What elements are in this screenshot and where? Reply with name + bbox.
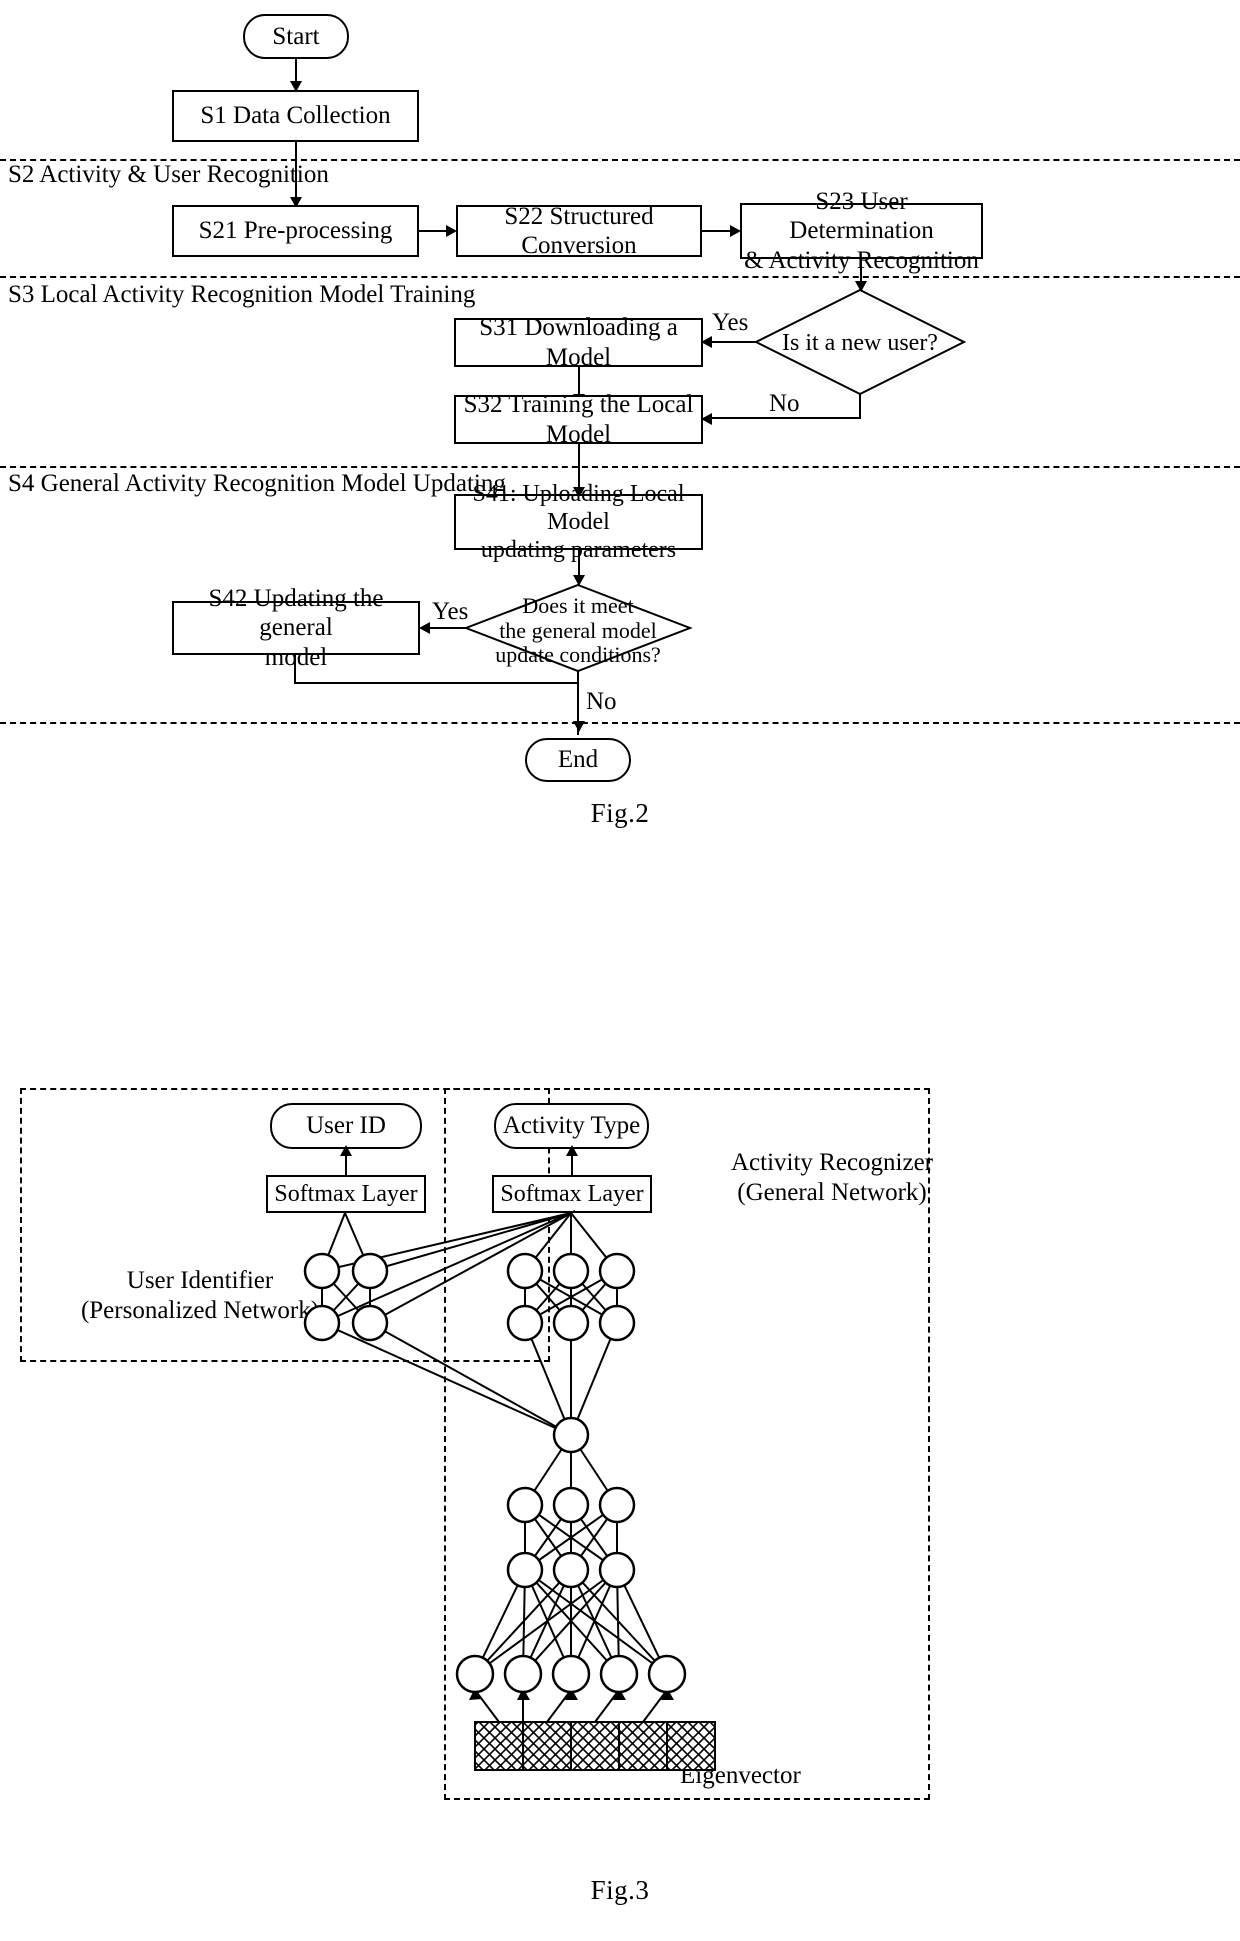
flow-node-s41: S41: Uploading Local Model updating para… [454, 481, 703, 563]
region-label-user-identifier: User Identifier (Personalized Network) [55, 1266, 345, 1326]
flow-node-start-label: Start [272, 22, 320, 50]
figure-caption-fig2: Fig.2 [590, 798, 650, 828]
nn-node-softmax-right: Softmax Layer [492, 1175, 652, 1213]
region-label-user-identifier-line1: User Identifier [126, 1267, 274, 1294]
nn-node-softmax-left-label: Softmax Layer [274, 1180, 418, 1207]
flow-node-s32: S32 Training the Local Model [454, 391, 703, 448]
flow-node-start: Start [243, 14, 349, 59]
band-divider-s3 [0, 276, 1240, 278]
band-divider-s4-bottom [0, 722, 1240, 724]
arrowhead-softmax-left-user-id [340, 1145, 352, 1156]
flow-node-s41-label-line1: S41: Uploading Local Model [472, 480, 685, 535]
flow-node-s42-label-line2: model [264, 643, 328, 671]
flow-decision2-label-line2: the general model [499, 617, 657, 643]
flow-node-s1-label: S1 Data Collection [200, 102, 391, 130]
region-label-activity-recognizer-line2: (General Network) [737, 1179, 927, 1206]
edge-label-decision2-yes: Yes [432, 598, 469, 625]
nn-label-eigenvector: Eigenvector [680, 1762, 801, 1789]
arrowhead-s23-decision1 [855, 281, 867, 292]
flow-node-s42: S42 Updating the general model [172, 585, 420, 671]
edge-label-decision1-yes: Yes [712, 309, 749, 336]
edge-label-decision1-no: No [769, 390, 800, 417]
edge-decision1-yes-s31 [712, 341, 757, 343]
flow-node-s31-label: S31 Downloading a Model [479, 314, 678, 371]
region-label-user-identifier-line2: (Personalized Network) [80, 1297, 320, 1324]
arrowhead-s41-decision2 [573, 575, 585, 586]
flow-node-s21-label: S21 Pre-processing [198, 217, 393, 245]
nn-node-softmax-right-label: Softmax Layer [500, 1180, 644, 1207]
flow-node-s21: S21 Pre-processing [172, 205, 419, 257]
flow-decision1-label: Is it a new user? [782, 330, 938, 356]
flow-node-s42-label-line1: S42 Updating the general [208, 584, 384, 642]
band-label-s2: S2 Activity & User Recognition [8, 161, 329, 188]
figure-caption-fig3: Fig.3 [590, 1875, 650, 1905]
edge-s1-s21 [295, 142, 297, 202]
flow-node-end-label: End [557, 746, 599, 774]
flow-node-s22-label: S22 Structured Conversion [504, 202, 654, 260]
nn-node-user-id-label: User ID [306, 1112, 386, 1139]
arrowhead-decision2-no-end [573, 721, 585, 732]
edge-decision2-yes-s42 [430, 627, 466, 629]
nn-node-user-id: User ID [270, 1103, 422, 1149]
flow-node-end: End [525, 738, 631, 782]
nn-node-activity-type: Activity Type [494, 1103, 649, 1149]
flow-node-s32-label: S32 Training the Local Model [463, 391, 694, 448]
flow-node-s22: S22 Structured Conversion [456, 203, 702, 259]
region-label-activity-recognizer: Activity Recognizer (General Network) [672, 1148, 992, 1208]
nn-node-activity-type-label: Activity Type [502, 1112, 641, 1139]
nn-node-softmax-left: Softmax Layer [266, 1175, 426, 1213]
flow-node-s23: S23 User Determination & Activity Recogn… [740, 188, 983, 274]
flow-node-s23-label-line1: S23 User Determination [789, 187, 934, 245]
flow-decision2-label-line3: update conditions? [495, 642, 661, 668]
band-label-s4: S4 General Activity Recognition Model Up… [8, 470, 506, 497]
arrowhead-softmax-right-activity-type [566, 1145, 578, 1156]
flow-node-s31: S31 Downloading a Model [454, 314, 703, 371]
band-label-s3: S3 Local Activity Recognition Model Trai… [8, 281, 476, 308]
band-divider-s4 [0, 466, 1240, 468]
arrowhead-decision2-yes-s42 [419, 622, 430, 634]
flow-decision2-label-line1: Does it meet [522, 593, 634, 618]
region-label-activity-recognizer-line1: Activity Recognizer [730, 1149, 933, 1176]
flow-node-s1: S1 Data Collection [172, 90, 419, 142]
edge-label-decision2-no: No [586, 688, 617, 715]
flow-decision2-label: Does it meet the general model update co… [483, 593, 673, 668]
